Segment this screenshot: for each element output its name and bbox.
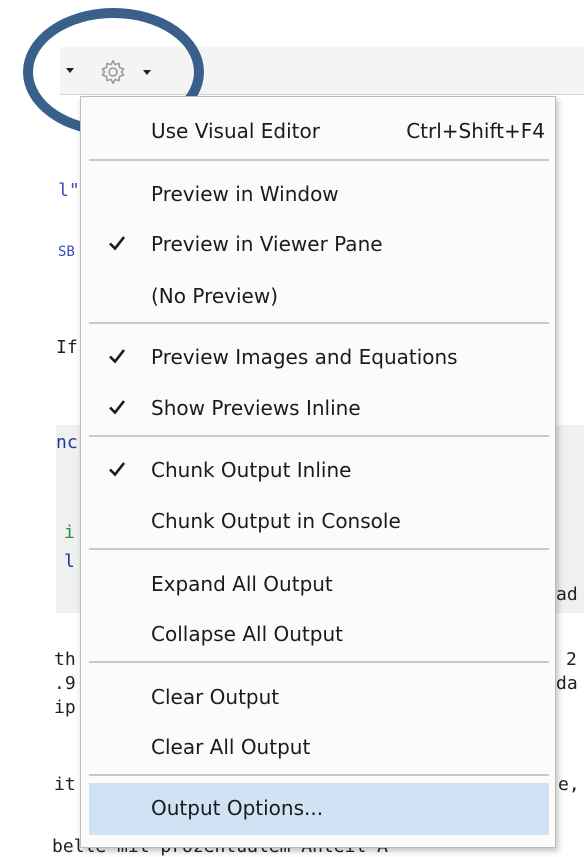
menu-item-chunk-output-console[interactable]: Chunk Output in Console — [81, 500, 555, 542]
menu-item-label: Chunk Output Inline — [151, 458, 352, 482]
menu-separator — [89, 661, 549, 663]
code-fragment: i — [64, 522, 75, 543]
menu-item-clear-output[interactable]: Clear Output — [81, 676, 555, 718]
menu-item-label: Expand All Output — [151, 572, 333, 596]
menu-item-label: Output Options... — [151, 796, 324, 820]
menu-item-show-previews-inline[interactable]: Show Previews Inline — [81, 387, 555, 429]
menu-item-chunk-output-inline[interactable]: Chunk Output Inline — [81, 449, 555, 491]
checkmark-icon — [109, 462, 125, 477]
code-fragment: da — [556, 673, 578, 694]
menu-separator — [89, 548, 549, 550]
menu-item-preview-images-equations[interactable]: Preview Images and Equations — [81, 336, 555, 378]
menu-separator — [89, 322, 549, 324]
checkmark-icon — [109, 400, 125, 415]
menu-item-label: Preview Images and Equations — [151, 345, 458, 369]
menu-item-preview-in-window[interactable]: Preview in Window — [81, 173, 555, 215]
code-fragment: If — [56, 337, 78, 358]
code-fragment: nc — [56, 432, 78, 453]
code-fragment: 2 — [566, 649, 577, 670]
menu-item-label: (No Preview) — [151, 284, 279, 308]
menu-separator — [89, 435, 549, 437]
menu-item-label: Preview in Window — [151, 182, 339, 206]
code-fragment: SB — [58, 244, 75, 260]
menu-item-label: Collapse All Output — [151, 622, 343, 646]
menu-item-preview-in-viewer-pane[interactable]: Preview in Viewer Pane — [81, 223, 555, 265]
code-fragment: th — [54, 649, 76, 670]
keyboard-shortcut: Ctrl+Shift+F4 — [406, 119, 545, 143]
code-fragment: l — [64, 551, 75, 572]
menu-item-label: Chunk Output in Console — [151, 509, 401, 533]
menu-item-collapse-all-output[interactable]: Collapse All Output — [81, 613, 555, 655]
code-fragment: it — [54, 774, 76, 795]
menu-item-use-visual-editor[interactable]: Use Visual Editor Ctrl+Shift+F4 — [81, 110, 555, 152]
menu-item-expand-all-output[interactable]: Expand All Output — [81, 563, 555, 605]
code-fragment: l" — [58, 180, 80, 201]
checkmark-icon — [109, 349, 125, 364]
menu-item-clear-all-output[interactable]: Clear All Output — [81, 726, 555, 768]
menu-item-label: Clear All Output — [151, 735, 311, 759]
menu-separator — [89, 774, 549, 776]
menu-item-no-preview[interactable]: (No Preview) — [81, 275, 555, 317]
checkmark-icon — [109, 236, 125, 251]
menu-item-label: Preview in Viewer Pane — [151, 232, 383, 256]
code-chunk-background — [56, 425, 80, 613]
menu-item-output-options[interactable]: Output Options... — [89, 783, 549, 835]
code-fragment: ad — [556, 584, 578, 605]
code-fragment: e, — [558, 774, 580, 795]
code-fragment: .9 — [54, 673, 76, 694]
menu-item-label: Show Previews Inline — [151, 396, 361, 420]
menu-item-label: Clear Output — [151, 685, 280, 709]
menu-item-label: Use Visual Editor — [151, 119, 320, 143]
code-fragment: ip — [54, 697, 76, 718]
menu-separator — [89, 159, 549, 161]
editor-options-menu: Use Visual Editor Ctrl+Shift+F4 Preview … — [80, 96, 556, 848]
